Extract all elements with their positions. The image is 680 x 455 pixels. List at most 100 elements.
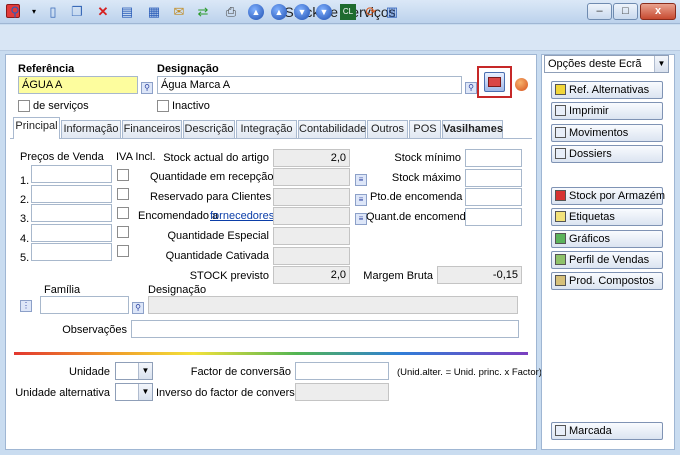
chevron-down-icon: ▼ [138,363,152,379]
movimentos-button[interactable]: Movimentos [551,124,663,142]
inverso-factor-value [295,383,389,401]
recepcao-list-icon[interactable]: ≡ [355,174,367,186]
iva-checkbox-2[interactable] [117,188,129,200]
stock-maximo-label: Stock máximo [391,172,461,184]
first-record-icon[interactable]: ▲ [248,4,264,20]
new-document-icon[interactable]: ▯ [44,3,62,21]
designacao-lookup-icon[interactable]: ⚲ [465,82,477,94]
chart-icon[interactable]: ▥ [383,3,401,21]
search-icon[interactable]: ⚲ [6,3,24,21]
tab-outros[interactable]: Outros [367,120,408,138]
price-input-1[interactable] [31,165,112,183]
stock-minimo-label: Stock mínimo [394,152,461,164]
designacao-label: Designação [157,63,219,75]
delete-icon[interactable]: ✕ [94,3,112,21]
calendar-icon[interactable]: CL [340,4,356,20]
rotate-icon[interactable]: ⟳ [362,3,380,21]
unidade-select[interactable]: ▼ [115,362,153,380]
mail-icon[interactable]: ✉ [170,3,188,21]
chevron-down-icon: ▼ [138,384,152,400]
stock-armazem-button[interactable]: Stock por Armazém [551,187,665,205]
conversion-formula: (Unid.alter. = Unid. princ. x Factor) [397,367,542,378]
refresh-icon[interactable]: ⇄ [194,3,212,21]
observacoes-input[interactable] [131,320,519,338]
maximize-button[interactable]: □ [613,3,638,20]
factor-conversao-label: Factor de conversão [190,366,291,378]
tab-contabilidade[interactable]: Contabilidade [298,120,366,138]
tab-informacao[interactable]: Informação [61,120,121,138]
tab-vasilhames[interactable]: Vasilhames [442,120,503,138]
familia-label: Família [44,284,81,296]
familia-lookup-icon[interactable]: ⚲ [132,302,144,314]
recepcao-label: Quantidade em recepção [150,171,274,183]
familia-tree-icon[interactable]: ⋮ [20,300,32,312]
iva-checkbox-5[interactable] [117,245,129,257]
pto-encomenda-input[interactable] [465,188,522,206]
grid-icon[interactable]: ▦ [145,3,163,21]
tab-pos[interactable]: POS [409,120,441,138]
unidade-alternativa-select[interactable]: ▼ [115,383,153,401]
boxes-icon [555,190,566,201]
referencia-input[interactable]: ÁGUA A [18,76,138,94]
designacao-input[interactable]: Água Marca A [157,76,462,94]
marcada-button[interactable]: Marcada [551,422,663,440]
options-dropdown[interactable]: Opções deste Ecrã ▼ [544,55,669,73]
etiquetas-label: Etiquetas [569,211,615,223]
quant-encomenda-input[interactable] [465,208,522,226]
price-input-5[interactable] [31,243,112,261]
reservado-list-icon[interactable]: ≡ [355,194,367,206]
edit-icon[interactable]: ▤ [118,3,136,21]
servicos-label: de serviços [33,100,89,112]
perfil-vendas-button[interactable]: Perfil de Vendas [551,251,663,269]
price-input-3[interactable] [31,204,112,222]
price-row-label: 3. [20,213,30,225]
servicos-checkbox[interactable] [18,100,30,112]
price-input-2[interactable] [31,185,112,203]
familia-designacao-label: Designação [148,284,207,296]
ref-alternativas-button[interactable]: Ref. Alternativas [551,81,663,99]
last-record-icon[interactable]: ▼ [316,4,332,20]
tab-principal[interactable]: Principal [13,117,60,139]
price-input-4[interactable] [31,224,112,242]
search-dropdown-icon[interactable]: ▾ [25,3,43,21]
fornecedores-link[interactable]: fornecedores [210,210,274,222]
tab-integracao[interactable]: Integração [236,120,297,138]
dossiers-button[interactable]: Dossiers [551,145,663,163]
close-button[interactable]: x [640,3,676,20]
next-record-icon[interactable]: ▼ [294,4,310,20]
stop-icon[interactable] [515,78,528,91]
copy-document-icon[interactable]: ❐ [68,3,86,21]
familia-designacao-value [148,296,518,314]
imprimir-button[interactable]: Imprimir [551,102,663,120]
referencia-lookup-icon[interactable]: ⚲ [141,82,153,94]
prod-compostos-button[interactable]: Prod. Compostos [551,272,663,290]
iva-checkbox-4[interactable] [117,226,129,238]
stock-armazem-label: Stock por Armazém [569,190,665,202]
print-preview-icon[interactable]: ⎙ [222,3,240,21]
inactivo-checkbox[interactable] [157,100,169,112]
observacoes-label: Observações [62,324,127,336]
iva-checkbox-3[interactable] [117,207,129,219]
inverso-factor-label: Inverso do factor de conversão [156,387,308,399]
margem-bruta-value: -0,15 [437,266,522,284]
color-divider [14,352,528,355]
stock-minimo-input[interactable] [465,149,522,167]
precos-venda-label: Preços de Venda [20,151,104,163]
stock-maximo-input[interactable] [465,169,522,187]
tab-financeiros[interactable]: Financeiros [122,120,182,138]
etiquetas-button[interactable]: Etiquetas [551,208,663,226]
previous-record-icon[interactable]: ▲ [271,4,287,20]
reservado-label: Reservado para Clientes [150,191,272,203]
tab-descricao[interactable]: Descrição [183,120,235,138]
familia-input[interactable] [40,296,129,314]
factor-conversao-input[interactable] [295,362,389,380]
iva-checkbox-1[interactable] [117,169,129,181]
card-button[interactable] [484,72,505,92]
minimize-button[interactable]: – [587,3,612,20]
product-icon [555,275,566,286]
graficos-button[interactable]: Gráficos [551,230,663,248]
dossiers-label: Dossiers [569,148,612,160]
stock-actual-label: Stock actual do artigo [163,152,269,164]
toolbar [0,25,680,51]
reservado-value [273,188,350,206]
